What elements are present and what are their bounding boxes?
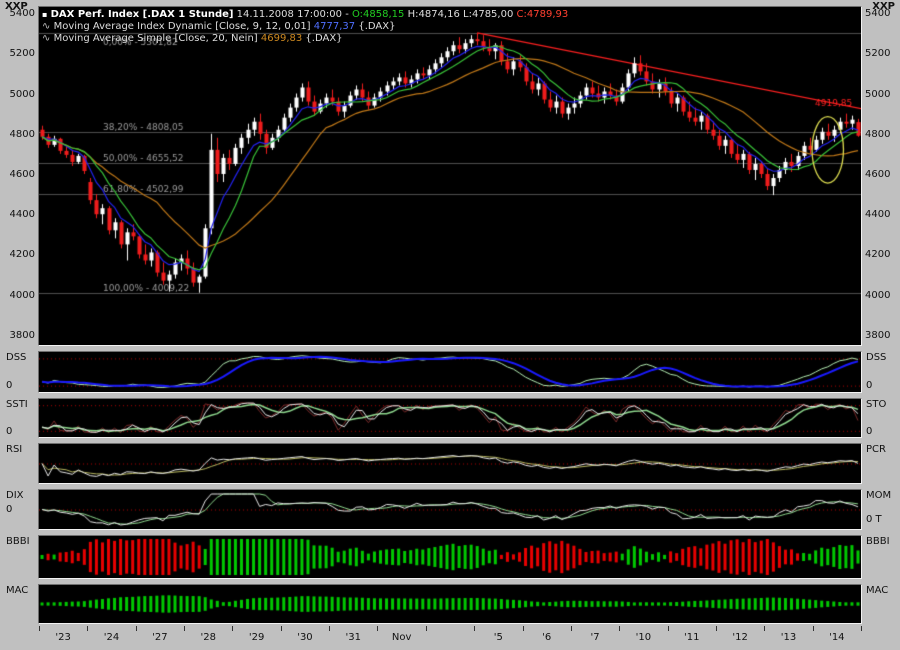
x-axis-tick: [425, 626, 427, 631]
wave-icon: ∿: [42, 21, 51, 32]
x-axis-tick: [377, 626, 379, 631]
rsi-indicator-chart[interactable]: [38, 443, 862, 484]
bbbi-left-label: BBBI: [6, 536, 30, 547]
ma1-name: Moving Average Index Dynamic [Close, 9, …: [53, 21, 311, 32]
y-axis-tick-label: 3800: [865, 329, 891, 341]
ssti-indicator-chart[interactable]: [38, 398, 862, 438]
main-price-chart[interactable]: [38, 6, 862, 346]
open-value: O:4858,15: [351, 9, 405, 20]
ssti-left-label: SSTI: [6, 399, 28, 410]
ma2-name: Moving Average Simple [Close, 20, Nein]: [53, 33, 258, 44]
ssti-zero-right: 0: [866, 426, 873, 437]
pcr-right-label: PCR: [866, 444, 886, 455]
y-axis-tick-label: 4800: [9, 128, 35, 140]
low-value: L:4785,00: [463, 9, 514, 20]
dss-zero-right: 0: [866, 380, 873, 391]
x-axis-label: '24: [103, 632, 120, 643]
x-axis-tick: [619, 626, 621, 631]
x-axis-label: '27: [152, 632, 168, 643]
mom-right-label: MOM: [866, 490, 892, 501]
x-axis-tick: [667, 626, 669, 631]
header-line-ma2: ∿ Moving Average Simple [Close, 20, Nein…: [42, 33, 568, 45]
x-axis-label: '28: [200, 632, 216, 643]
x-axis-tick: [715, 626, 717, 631]
x-axis-label: '7: [590, 632, 600, 643]
x-axis-label: '6: [542, 632, 552, 643]
x-axis-tick: [522, 626, 524, 631]
x-axis-label: '13: [780, 632, 797, 643]
dss-left-label: DSS: [6, 352, 27, 363]
wave-icon: ∿: [42, 33, 51, 44]
y-axis-tick-label: 4600: [9, 168, 35, 180]
header-separator: -: [345, 9, 349, 20]
close-value: C:4789,93: [516, 9, 569, 20]
y-axis-tick-label: 4600: [865, 168, 891, 180]
dix-left-label: DIX: [6, 490, 24, 501]
y-axis-tick-label: 5200: [865, 48, 891, 60]
x-axis-label: '23: [55, 632, 71, 643]
x-axis-label: '29: [248, 632, 265, 643]
x-axis-label: '10: [635, 632, 652, 643]
x-axis-tick: [87, 626, 89, 631]
rsi-left-label: RSI: [6, 444, 23, 455]
dix-zero-left: 0: [6, 504, 13, 515]
ssti-zero-left: 0: [6, 426, 13, 437]
dss-indicator-chart[interactable]: [38, 351, 862, 393]
ma1-suffix: {.DAX}: [358, 21, 396, 32]
bbbi-right-label: BBBI: [866, 536, 890, 547]
y-axis-tick-label: 4000: [9, 289, 35, 301]
mac-right-label: MAC: [866, 585, 889, 596]
instrument-title: DAX Perf. Index [.DAX 1 Stunde]: [50, 9, 234, 20]
ma1-value: 4777,37: [313, 21, 356, 32]
y-axis-tick-label: 4000: [865, 289, 891, 301]
header-line-ohlc: ▪ DAX Perf. Index [.DAX 1 Stunde] 14.11.…: [42, 9, 568, 21]
x-axis-label: '5: [493, 632, 503, 643]
x-axis-tick: [39, 626, 40, 631]
x-axis-tick: [232, 626, 234, 631]
x-axis-label: '30: [297, 632, 313, 643]
x-axis-tick: [474, 626, 476, 631]
mac-left-label: MAC: [6, 585, 29, 596]
y-axis-tick-label: 5400: [865, 8, 891, 20]
dss-right-label: DSS: [866, 352, 887, 363]
chart-header: ▪ DAX Perf. Index [.DAX 1 Stunde] 14.11.…: [42, 9, 568, 45]
mom-zero-right: 0 T: [866, 514, 882, 525]
x-axis-tick: [861, 626, 862, 631]
candlestick-series-icon: ▪: [42, 10, 48, 19]
x-axis-tick: [280, 626, 282, 631]
y-axis-tick-label: 5200: [9, 48, 35, 60]
x-axis-tick: [184, 626, 186, 631]
header-datetime: 14.11.2008 17:00:00: [236, 9, 342, 20]
x-axis-label: '11: [684, 632, 700, 643]
high-value: H:4874,16: [407, 9, 460, 20]
y-axis-tick-label: 4200: [9, 249, 35, 261]
x-axis-label: '31: [345, 632, 362, 643]
y-axis-tick-label: 3800: [9, 329, 35, 341]
y-axis-tick-label: 5000: [9, 88, 35, 100]
x-axis-tick: [764, 626, 766, 631]
y-axis-tick-label: 4400: [9, 209, 35, 221]
ma2-suffix: {.DAX}: [305, 33, 343, 44]
dix-indicator-chart[interactable]: [38, 489, 862, 530]
x-axis-tick: [812, 626, 814, 631]
y-axis-tick-label: 4400: [865, 209, 891, 221]
x-axis-label: '12: [732, 632, 748, 643]
x-axis-label: Nov: [391, 632, 412, 643]
sto-right-label: STO: [866, 399, 887, 410]
dss-zero-left: 0: [6, 380, 13, 391]
y-axis-tick-label: 4200: [865, 249, 891, 261]
x-axis-tick: [135, 626, 137, 631]
y-axis-tick-label: 4800: [865, 128, 891, 140]
header-line-ma1: ∿ Moving Average Index Dynamic [Close, 9…: [42, 21, 568, 33]
ma2-value: 4699,83: [260, 33, 303, 44]
x-axis-tick: [329, 626, 331, 631]
y-axis-tick-label: 5400: [9, 8, 35, 20]
mac-indicator-chart[interactable]: [38, 584, 862, 624]
y-axis-tick-label: 5000: [865, 88, 891, 100]
charting-app-window: { "window": { "corner_label": "XXP" }, "…: [0, 0, 900, 650]
bbbi-indicator-chart[interactable]: [38, 535, 862, 579]
x-axis-label: '14: [829, 632, 845, 643]
x-axis-tick: [570, 626, 572, 631]
